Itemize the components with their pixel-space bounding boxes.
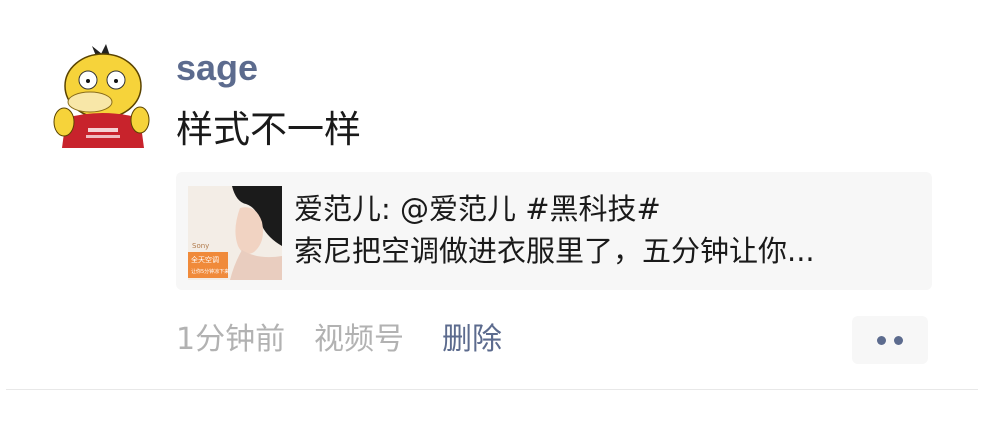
divider xyxy=(6,389,978,390)
shared-link-card[interactable]: Sony 全天空调 让你5分钟凉下来 爱范儿: @爱范儿 #黑科技# 索尼把空调… xyxy=(176,172,932,290)
link-thumbnail: Sony 全天空调 让你5分钟凉下来 xyxy=(188,186,282,280)
dot-right xyxy=(894,336,903,345)
thumbnail-image: Sony 全天空调 让你5分钟凉下来 xyxy=(188,186,282,280)
link-description: 索尼把空调做进衣服里了，五分钟让你... xyxy=(294,234,815,268)
thumbnail-text-brand: Sony xyxy=(192,242,209,250)
thumbnail-text-line2: 全天空调 xyxy=(191,255,219,264)
psyduck-avatar-icon xyxy=(48,42,154,148)
thumbnail-text-line3: 让你5分钟凉下来 xyxy=(191,268,229,275)
post-time: 1分钟前 xyxy=(176,322,286,357)
avatar[interactable] xyxy=(48,42,154,148)
post-source: 视频号 xyxy=(314,322,404,357)
delete-button[interactable]: 删除 xyxy=(442,320,502,360)
username[interactable]: sage xyxy=(176,46,258,90)
post-text: 样式不一样 xyxy=(176,108,361,151)
more-actions-button[interactable] xyxy=(852,316,928,364)
dot-left xyxy=(877,336,886,345)
link-title: 爱范儿: @爱范儿 #黑科技# xyxy=(294,192,661,226)
